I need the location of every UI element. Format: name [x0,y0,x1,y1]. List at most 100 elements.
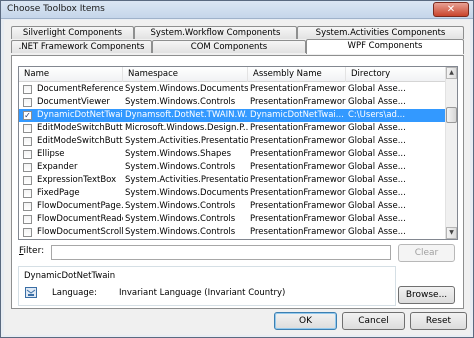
column-header-namespace[interactable]: Namespace [123,67,248,82]
cell-name: ExpressionTextBox [37,175,117,185]
cell-directory: Global Asse... [348,97,406,107]
cell-namespace: System.Windows.Controls [125,214,236,224]
cell-namespace: System.Activities.Presentatio... [125,136,248,146]
cell-directory: Global Asse... [348,123,406,133]
list-item[interactable]: FlowDocumentScroll... System.Windows.Cont… [19,226,446,239]
item-checkbox[interactable] [23,137,32,146]
filter-input[interactable] [51,245,391,260]
cell-namespace: System.Windows.Controls [125,201,236,211]
reset-button[interactable]: Reset [410,312,467,330]
cell-assembly: PresentationFramework [250,149,346,159]
cell-name: EditModeSwitchButt... [37,123,123,133]
cell-directory: Global Asse... [348,149,406,159]
list-item[interactable]: ExpressionTextBox System.Activities.Prese… [19,174,446,187]
cell-assembly: PresentationFramework [250,214,346,224]
column-header-assembly-name[interactable]: Assembly Name [248,67,346,82]
column-header-directory[interactable]: Directory [346,67,446,82]
tab-label: WPF Components [347,41,423,51]
cell-name: FlowDocumentScroll... [37,227,123,237]
ok-button[interactable]: OK [274,312,337,330]
filter-label-text: Filter: [19,246,45,256]
components-list[interactable]: Name Namespace Assembly Name Directory D… [18,66,458,240]
component-info-group: DynamicDotNetTwain Language: Invariant L… [18,266,396,306]
list-item[interactable]: DocumentViewer System.Windows.Controls Pre… [19,96,446,109]
cell-assembly: PresentationFramework [250,97,346,107]
cell-assembly: PresentationFramework [250,136,346,146]
tab-label: COM Components [190,42,268,52]
scroll-up-arrow-icon[interactable]: ▲ [446,67,457,79]
cell-name: DocumentReference [37,84,123,94]
tab-label: .NET Framework Components [18,42,145,52]
cell-namespace: Microsoft.Windows.Design.P... [125,123,248,133]
cell-directory: Global Asse... [348,136,406,146]
cell-name: FlowDocumentPage... [37,201,123,211]
cell-name: DynamicDotNetTwain [37,110,123,120]
item-checkbox[interactable] [23,202,32,211]
tab-label: System.Activities Components [315,28,446,38]
item-checkbox[interactable] [23,176,32,185]
item-checkbox[interactable] [23,150,32,159]
cell-directory: C:\Users\ad... [348,110,406,120]
list-item[interactable]: FixedPage System.Windows.Documents Present… [19,187,446,200]
tab-label: Silverlight Components [22,28,123,38]
language-label: Language: [52,288,97,298]
scrollbar-thumb[interactable] [446,107,457,123]
cell-directory: Global Asse... [348,188,406,198]
cell-namespace: System.Activities.Presentatio... [125,175,248,185]
cell-name: DocumentViewer [37,97,110,107]
cell-namespace: System.Windows.Shapes [125,149,232,159]
tab-label: System.Workflow Components [150,28,281,38]
dialog-client: Silverlight Components System.Workflow C… [4,20,470,335]
list-header: Name Namespace Assembly Name Directory [19,67,446,82]
component-name: DynamicDotNetTwain [24,271,116,281]
cancel-button[interactable]: Cancel [342,312,405,330]
window-title: Choose Toolbox Items [7,4,105,14]
item-checkbox[interactable] [23,228,32,237]
item-checkbox[interactable] [23,85,32,94]
browse-button[interactable]: Browse... [398,286,455,304]
item-checkbox[interactable] [23,124,32,133]
list-rows: DocumentReference System.Windows.Document… [19,83,446,239]
tab-silverlight-components[interactable]: Silverlight Components [11,26,134,39]
tab-system-workflow-components[interactable]: System.Workflow Components [134,26,297,39]
scroll-down-arrow-icon[interactable]: ▼ [446,227,457,239]
tab-com-components[interactable]: COM Components [152,40,306,53]
close-button[interactable]: ✕ [433,2,469,17]
list-item[interactable]: ✓ DynamicDotNetTwain Dynamsoft.DotNet.TWAI… [19,109,446,122]
item-checkbox[interactable] [23,98,32,107]
cell-name: FlowDocumentReader [37,214,123,224]
column-header-name[interactable]: Name [19,67,123,82]
cell-assembly: PresentationFramework [250,123,346,133]
cell-directory: Global Asse... [348,227,406,237]
item-checkbox[interactable] [23,163,32,172]
vertical-scrollbar[interactable]: ▲ ▼ [445,67,457,239]
list-item[interactable]: FlowDocumentPage... System.Windows.Contro… [19,200,446,213]
tab-system-activities-components[interactable]: System.Activities Components [297,26,464,39]
language-value: Invariant Language (Invariant Country) [119,288,286,298]
list-item[interactable]: EditModeSwitchButt... System.Activities.P… [19,135,446,148]
cell-namespace: Dynamsoft.DotNet.TWAIN.W... [125,110,248,120]
list-item[interactable]: EditModeSwitchButt... Microsoft.Windows.D… [19,122,446,135]
tab-net-framework-components[interactable]: .NET Framework Components [11,40,152,53]
list-item[interactable]: Expander System.Windows.Controls Presentat… [19,161,446,174]
component-icon [25,287,37,298]
item-checkbox[interactable]: ✓ [23,111,32,120]
item-checkbox[interactable] [23,189,32,198]
cell-namespace: System.Windows.Controls [125,97,236,107]
cell-namespace: System.Windows.Documents [125,84,248,94]
item-checkbox[interactable] [23,215,32,224]
checkmark-icon: ✓ [24,111,31,120]
wpf-components-page: Name Namespace Assembly Name Directory D… [11,55,464,309]
cell-assembly: PresentationFramework [250,84,346,94]
close-icon: ✕ [446,4,456,15]
choose-toolbox-items-dialog: Choose Toolbox Items ✕ Silverlight Compo… [0,0,474,338]
clear-button[interactable]: Clear [398,244,455,262]
cell-namespace: System.Windows.Controls [125,162,236,172]
cell-directory: Global Asse... [348,84,406,94]
list-item[interactable]: DocumentReference System.Windows.Document… [19,83,446,96]
list-item[interactable]: FlowDocumentReader System.Windows.Control… [19,213,446,226]
tab-wpf-components[interactable]: WPF Components [306,39,464,54]
cell-directory: Global Asse... [348,175,406,185]
cell-namespace: System.Windows.Documents [125,188,248,198]
list-item[interactable]: Ellipse System.Windows.Shapes Presentation… [19,148,446,161]
